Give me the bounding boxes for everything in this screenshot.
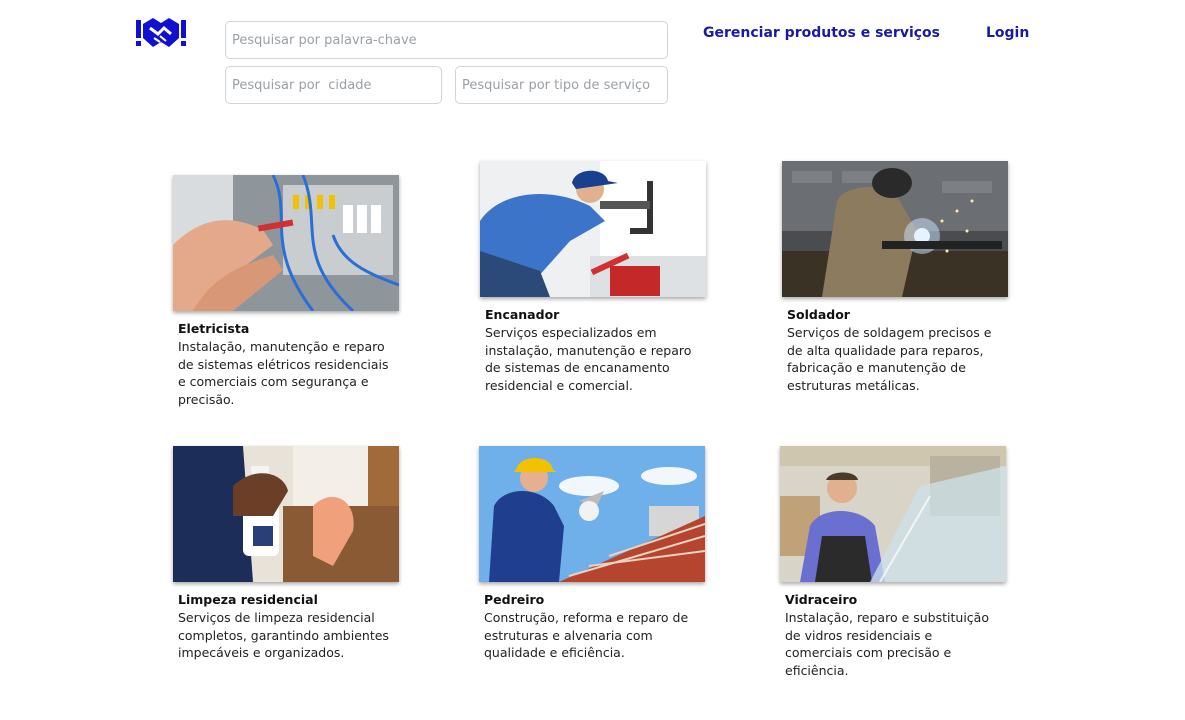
- handshake-icon: [136, 18, 186, 47]
- service-description: Serviços de soldagem precisos e de alta …: [787, 325, 992, 394]
- service-title: Limpeza residencial: [178, 592, 318, 607]
- login-link[interactable]: Login: [986, 25, 1029, 41]
- city-search-input[interactable]: [225, 66, 442, 104]
- service-description: Instalação, reparo e substituição de vid…: [785, 610, 989, 679]
- service-card-encanador[interactable]: Encanador Serviços especializados em ins…: [480, 161, 706, 395]
- plumber-photo: [480, 161, 706, 297]
- service-description: Serviços especializados em instalação, m…: [485, 325, 692, 394]
- service-description: Instalação, manutenção e reparo de siste…: [178, 339, 389, 408]
- service-type-search-input[interactable]: [455, 66, 668, 104]
- service-title: Vidraceiro: [785, 592, 858, 607]
- welder-photo: [782, 161, 1008, 297]
- glazier-photo: [780, 446, 1006, 582]
- service-card-limpeza-residencial[interactable]: Limpeza residencial Serviços de limpeza …: [173, 446, 399, 662]
- service-title: Pedreiro: [484, 592, 545, 607]
- service-card-soldador[interactable]: Soldador Serviços de soldagem precisos e…: [782, 161, 1008, 395]
- service-card-eletricista[interactable]: Eletricista Instalação, manutenção e rep…: [173, 175, 399, 409]
- keyword-search-input[interactable]: [225, 21, 668, 59]
- service-card-vidraceiro[interactable]: Vidraceiro Instalação, reparo e substitu…: [780, 446, 1006, 680]
- bricklayer-photo: [479, 446, 705, 582]
- electrician-photo: [173, 175, 399, 311]
- service-card-pedreiro[interactable]: Pedreiro Construção, reforma e reparo de…: [479, 446, 705, 662]
- service-description: Serviços de limpeza residencial completo…: [178, 610, 389, 661]
- service-title: Encanador: [485, 307, 560, 322]
- cleaning-photo: [173, 446, 399, 582]
- service-title: Eletricista: [178, 321, 250, 336]
- manage-products-link[interactable]: Gerenciar produtos e serviços: [703, 25, 940, 41]
- service-description: Construção, reforma e reparo de estrutur…: [484, 610, 689, 661]
- service-title: Soldador: [787, 307, 850, 322]
- logo[interactable]: [136, 14, 186, 50]
